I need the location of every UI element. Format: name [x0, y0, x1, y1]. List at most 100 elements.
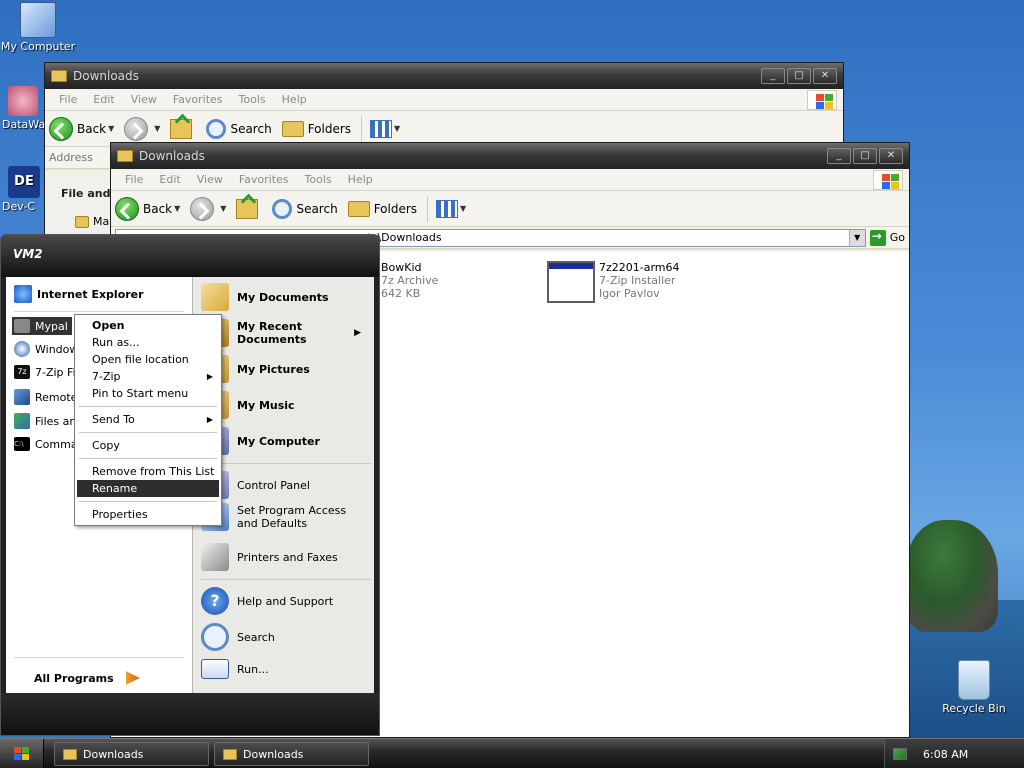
- task-item[interactable]: Ma: [75, 215, 109, 228]
- folder-icon: [223, 748, 237, 760]
- forward-arrow-icon: [124, 116, 149, 141]
- maximize-button[interactable]: □: [853, 148, 877, 164]
- start-item-mypal[interactable]: Mypal: [12, 317, 72, 335]
- file-item[interactable]: 7z2201-arm64 7-Zip Installer Igor Pavlov: [547, 261, 680, 303]
- menu-file[interactable]: File: [51, 93, 85, 106]
- chevron-down-icon: ▼: [108, 124, 115, 133]
- menu-edit[interactable]: Edit: [151, 173, 188, 186]
- window-titlebar[interactable]: Downloads _ □ ✕: [45, 63, 843, 89]
- internet-explorer-icon: [14, 285, 32, 303]
- minimize-button[interactable]: _: [827, 148, 851, 164]
- windows-logo-icon: [807, 89, 837, 110]
- up-folder-button[interactable]: [236, 198, 262, 219]
- start-item-files-and[interactable]: Files and: [14, 413, 83, 429]
- menu-bar: File Edit View Favorites Tools Help: [45, 89, 843, 111]
- forward-button[interactable]: ▼: [190, 196, 227, 221]
- menu-help[interactable]: Help: [274, 93, 315, 106]
- start-button[interactable]: [0, 739, 44, 768]
- taskbar-button-downloads-1[interactable]: Downloads: [54, 742, 209, 766]
- files-transfer-icon: [14, 413, 30, 429]
- back-button[interactable]: Back ▼: [115, 196, 181, 221]
- folder-icon: [75, 215, 89, 228]
- menu-view[interactable]: View: [189, 173, 231, 186]
- chevron-right-icon: ▶: [206, 415, 213, 424]
- views-button[interactable]: ▼: [436, 199, 466, 218]
- help-icon: ?: [201, 587, 229, 615]
- folders-icon: [347, 200, 370, 217]
- start-item-set-program-access[interactable]: Set Program Access and Defaults: [201, 503, 371, 531]
- menu-file[interactable]: File: [117, 173, 151, 186]
- start-item-internet-explorer[interactable]: Internet Explorer: [14, 285, 144, 303]
- search-icon: [201, 623, 229, 651]
- all-programs-button[interactable]: All Programs: [34, 671, 140, 685]
- desktop-icon-dev-c[interactable]: DE Dev-C: [0, 166, 44, 213]
- chevron-down-icon: ▼: [394, 124, 401, 133]
- menu-bar: File Edit View Favorites Tools Help: [111, 169, 909, 191]
- menu-favorites[interactable]: Favorites: [231, 173, 297, 186]
- ctx-7zip[interactable]: 7-Zip ▶: [75, 368, 221, 385]
- command-prompt-icon: C:\: [14, 437, 30, 451]
- chevron-right-icon: ▶: [354, 328, 361, 338]
- go-button[interactable]: Go: [869, 229, 905, 246]
- printer-icon: [201, 543, 229, 571]
- file-item[interactable]: BowKid 7z Archive 642 KB: [381, 261, 438, 300]
- ctx-remove-from-list[interactable]: Remove from This List: [75, 463, 221, 480]
- desktop-icon-recycle-bin[interactable]: Recycle Bin: [936, 660, 1012, 715]
- search-button[interactable]: Search: [272, 198, 338, 219]
- window-titlebar[interactable]: Downloads _ □ ✕: [111, 143, 909, 169]
- start-item-my-documents[interactable]: My Documents: [201, 283, 329, 311]
- taskbar-button-downloads-2[interactable]: Downloads: [214, 742, 369, 766]
- ctx-copy[interactable]: Copy: [75, 437, 221, 454]
- windows-logo-icon: [873, 169, 903, 190]
- views-button[interactable]: ▼: [370, 119, 401, 138]
- dev-cpp-icon: DE: [8, 166, 40, 198]
- desktop-icon-my-computer[interactable]: My Computer: [0, 2, 76, 53]
- start-item-my-recent-documents[interactable]: My Recent Documents ▶: [201, 319, 371, 347]
- start-item-windows[interactable]: Window: [14, 341, 78, 357]
- menu-edit[interactable]: Edit: [85, 93, 122, 106]
- ctx-run-as[interactable]: Run as...: [75, 334, 221, 351]
- maximize-button[interactable]: □: [787, 68, 811, 84]
- menu-tools[interactable]: Tools: [231, 93, 274, 106]
- forward-button[interactable]: ▼: [124, 116, 160, 141]
- 7zip-icon: 7z: [14, 365, 30, 379]
- search-button[interactable]: Search: [206, 118, 272, 139]
- search-icon: [272, 198, 293, 219]
- menu-view[interactable]: View: [123, 93, 165, 106]
- folders-button[interactable]: Folders: [281, 120, 351, 137]
- chevron-down-icon: ▼: [174, 204, 181, 213]
- start-item-remote[interactable]: Remote: [14, 389, 77, 405]
- views-icon: [436, 199, 459, 218]
- up-folder-icon: [236, 198, 259, 219]
- folder-icon: [117, 150, 133, 162]
- ctx-pin-to-start[interactable]: Pin to Start menu: [75, 385, 221, 402]
- close-button[interactable]: ✕: [813, 68, 837, 84]
- close-button[interactable]: ✕: [879, 148, 903, 164]
- chevron-down-icon: ▼: [220, 204, 227, 213]
- start-item-run[interactable]: Run...: [201, 659, 269, 679]
- ctx-send-to[interactable]: Send To ▶: [75, 411, 221, 428]
- toolbar: Back ▼ ▼ Search Folders ▼: [111, 191, 909, 227]
- folders-icon: [281, 120, 304, 137]
- clock[interactable]: 6:08 AM: [923, 748, 968, 761]
- back-button[interactable]: Back ▼: [49, 116, 115, 141]
- folders-button[interactable]: Folders: [347, 200, 417, 217]
- desktop-icon-datawa[interactable]: DataWa: [0, 86, 45, 131]
- menu-tools[interactable]: Tools: [297, 173, 340, 186]
- start-item-help-and-support[interactable]: ? Help and Support: [201, 587, 333, 615]
- start-item-search[interactable]: Search: [201, 623, 275, 651]
- chevron-down-icon[interactable]: ▼: [848, 229, 865, 246]
- start-menu-user: VM2: [1, 235, 379, 277]
- ctx-open[interactable]: Open: [75, 317, 221, 334]
- start-item-printers-and-faxes[interactable]: Printers and Faxes: [201, 543, 338, 571]
- menu-help[interactable]: Help: [340, 173, 381, 186]
- ctx-open-file-location[interactable]: Open file location: [75, 351, 221, 368]
- go-arrow-icon: [869, 229, 886, 246]
- menu-favorites[interactable]: Favorites: [165, 93, 231, 106]
- ctx-properties[interactable]: Properties: [75, 506, 221, 523]
- network-icon[interactable]: [893, 748, 907, 760]
- run-icon: [201, 659, 229, 679]
- minimize-button[interactable]: _: [761, 68, 785, 84]
- up-folder-button[interactable]: [170, 118, 196, 139]
- ctx-rename[interactable]: Rename: [77, 480, 219, 497]
